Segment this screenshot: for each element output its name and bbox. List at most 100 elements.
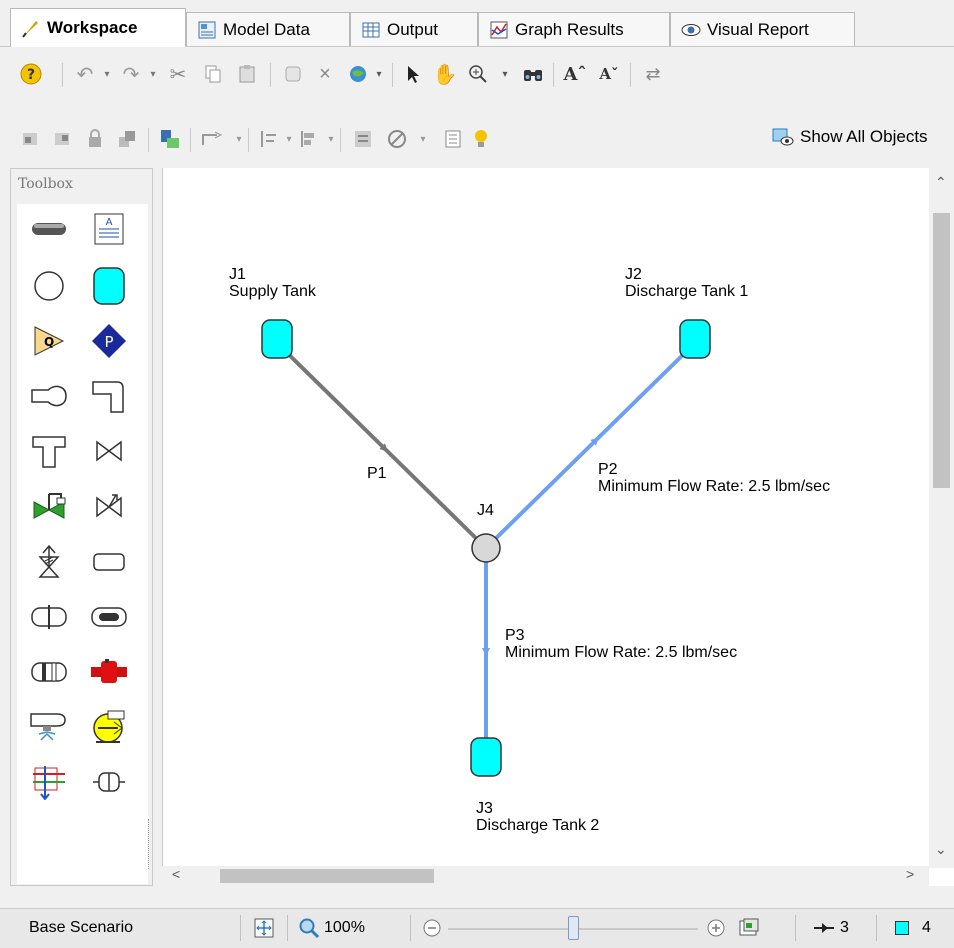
orifice-tool-icon[interactable] <box>29 597 69 637</box>
vertical-scrollbar[interactable]: ⌃ ⌄ <box>929 168 954 868</box>
spray-discharge-tool-icon[interactable] <box>89 597 129 637</box>
tab-workspace[interactable]: Workspace <box>10 8 186 47</box>
tab-output[interactable]: Output <box>350 12 478 46</box>
screen-tool-icon[interactable] <box>29 652 69 692</box>
group-icon[interactable] <box>114 126 140 152</box>
show-all-objects-icon <box>772 127 794 147</box>
status-divider <box>876 915 877 941</box>
zoom-in-icon[interactable] <box>465 61 491 87</box>
help-icon[interactable]: ? <box>18 61 44 87</box>
globe-dropdown-icon[interactable]: ▾ <box>366 61 392 87</box>
lock-icon[interactable] <box>82 126 108 152</box>
tab-model-data[interactable]: Model Data <box>186 12 350 46</box>
pump-tool-icon[interactable] <box>89 707 129 747</box>
valve-tool-icon[interactable] <box>89 431 129 471</box>
toolbox-title: Toolbox <box>11 169 152 202</box>
delete-icon[interactable]: × <box>312 61 338 87</box>
horizontal-scroll-thumb[interactable] <box>220 869 434 883</box>
heat-exchanger-tool-icon[interactable] <box>89 652 129 692</box>
workspace-canvas[interactable]: J1 Supply Tank J2 Discharge Tank 1 J3 Disch… <box>162 168 954 886</box>
scroll-right-icon[interactable]: > <box>906 866 914 882</box>
status-divider <box>410 915 411 941</box>
tab-visual-report[interactable]: Visual Report <box>670 12 855 46</box>
paste-icon[interactable] <box>234 61 260 87</box>
fit-to-window-icon[interactable] <box>253 917 275 944</box>
align-left-icon[interactable] <box>18 126 44 152</box>
lightbulb-icon[interactable] <box>468 126 494 152</box>
main-toolbar: ? ↶ ▾ ↷ ▾ ✂ × ▾ ✋ ▾ Aˆ Aˇ ⇄ <box>0 47 954 107</box>
vertical-scroll-thumb[interactable] <box>933 213 950 488</box>
j1-label: J1 Supply Tank <box>229 266 316 300</box>
status-divider <box>287 915 288 941</box>
toolbox-resize-handle[interactable] <box>148 819 153 869</box>
swap-direction-icon[interactable]: ⇄ <box>640 61 666 87</box>
select-arrow-icon[interactable] <box>400 61 426 87</box>
scenario-label: Base Scenario <box>29 919 134 936</box>
increase-font-icon[interactable]: Aˆ <box>562 61 588 87</box>
zoom-out-icon[interactable] <box>422 918 442 943</box>
special-condition-dropdown-icon[interactable]: ▾ <box>410 126 436 152</box>
j4-label: J4 <box>477 502 494 519</box>
find-binoculars-icon[interactable] <box>520 61 546 87</box>
svg-text:Q: Q <box>44 335 54 349</box>
horizontal-scrollbar[interactable]: < > <box>162 866 929 886</box>
properties-icon[interactable] <box>350 126 376 152</box>
area-change-tool-icon[interactable] <box>29 376 69 416</box>
filter-tool-icon[interactable] <box>89 762 129 802</box>
svg-text:A: A <box>106 217 113 228</box>
overview-map-icon[interactable] <box>738 917 760 944</box>
special-condition-icon[interactable] <box>384 126 410 152</box>
tee-tool-icon[interactable] <box>29 431 69 471</box>
show-all-objects-button[interactable]: Show All Objects <box>772 127 928 147</box>
assigned-flow-tool-icon[interactable]: Q <box>29 321 69 361</box>
control-valve-tool-icon[interactable] <box>29 486 69 526</box>
align-right-icon[interactable] <box>50 126 76 152</box>
status-divider <box>795 915 796 941</box>
stop-icon[interactable] <box>280 61 306 87</box>
relief-valve-tool-icon[interactable] <box>29 542 69 582</box>
junction-j2-tank[interactable] <box>679 319 711 359</box>
pan-hand-icon[interactable]: ✋ <box>432 61 458 87</box>
pipe-p2[interactable] <box>484 341 697 550</box>
redo-dropdown-icon[interactable]: ▾ <box>140 61 166 87</box>
zoom-in-status-icon[interactable] <box>706 918 726 943</box>
bend-tool-icon[interactable] <box>89 376 129 416</box>
tab-bar: Workspace Model Data Output Graph Result… <box>0 0 954 47</box>
status-divider <box>240 915 241 941</box>
tab-label: Output <box>387 19 439 39</box>
reservoir-tool-icon[interactable] <box>89 266 129 306</box>
check-valve-tool-icon[interactable] <box>89 486 129 526</box>
p3-label: P3 Minimum Flow Rate: 2.5 lbm/sec <box>505 627 738 661</box>
cut-icon[interactable]: ✂ <box>165 61 191 87</box>
scroll-up-icon[interactable]: ⌃ <box>935 174 947 191</box>
junction-j4-branch[interactable] <box>471 533 501 563</box>
scroll-left-icon[interactable]: < <box>172 866 180 882</box>
tab-label: Visual Report <box>707 19 809 39</box>
dead-end-tool-icon[interactable] <box>89 542 129 582</box>
general-component-tool-icon[interactable] <box>29 762 69 802</box>
toolbox-panel: Toolbox A Q P <box>10 168 153 886</box>
zoom-dropdown-icon[interactable]: ▾ <box>492 61 518 87</box>
report-icon[interactable] <box>440 126 466 152</box>
p2-label: P2 Minimum Flow Rate: 2.5 lbm/sec <box>598 461 831 495</box>
spray-tool-icon[interactable] <box>29 707 69 747</box>
pipe-p1[interactable] <box>275 341 488 550</box>
tab-graph-results[interactable]: Graph Results <box>478 12 670 46</box>
copy-icon[interactable] <box>200 61 226 87</box>
branch-tool-icon[interactable] <box>29 266 69 306</box>
status-bar: Base Scenario 100% 3 4 <box>0 908 954 948</box>
junction-j3-tank[interactable] <box>470 737 502 777</box>
undo-dropdown-icon[interactable]: ▾ <box>94 61 120 87</box>
find-junction-icon[interactable] <box>157 126 183 152</box>
zoom-magnifier-icon[interactable] <box>298 917 320 944</box>
zoom-slider-thumb[interactable] <box>567 916 579 940</box>
annotation-tool-icon[interactable]: A <box>89 209 129 249</box>
decrease-font-icon[interactable]: Aˇ <box>596 61 622 87</box>
junction-count-icon <box>895 921 909 935</box>
junction-j1-tank[interactable] <box>261 319 293 359</box>
pipe-drawing-icon[interactable] <box>200 126 226 152</box>
pipe-tool-icon[interactable] <box>29 209 69 249</box>
pipe-count: 3 <box>840 919 849 936</box>
scroll-down-icon[interactable]: ⌄ <box>935 841 947 858</box>
assigned-pressure-tool-icon[interactable]: P <box>89 321 129 361</box>
